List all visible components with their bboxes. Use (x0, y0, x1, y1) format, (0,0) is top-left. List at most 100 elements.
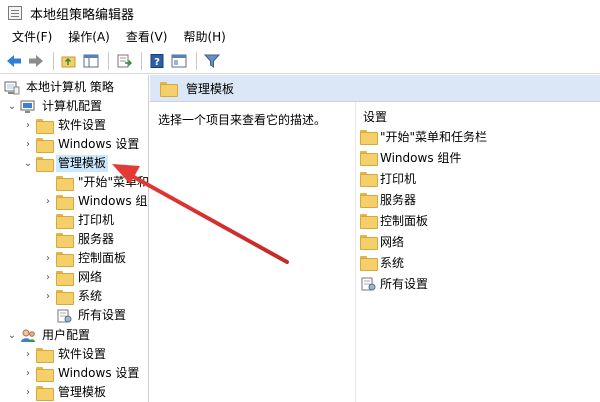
description-text: 选择一个项目来查看它的描述。 (158, 113, 327, 127)
list-item-label: 控制面板 (380, 214, 429, 228)
folder-icon (360, 214, 378, 229)
tree-item-root[interactable]: 本地计算机 策略 (4, 78, 116, 97)
tree-item-user-config[interactable]: ⌄ 用户配置 (6, 326, 92, 345)
folder-icon (56, 271, 74, 286)
folder-icon (360, 256, 378, 271)
tree-item-software-settings[interactable]: › 软件设置 (22, 116, 108, 135)
tree-item-windows-settings[interactable]: › Windows 设置 (22, 135, 141, 154)
tree-item-user-software-settings[interactable]: › 软件设置 (22, 345, 108, 364)
chevron-right-icon[interactable]: › (42, 253, 54, 265)
tree-label: 软件设置 (58, 118, 107, 132)
help-icon[interactable]: ? (147, 51, 167, 71)
chevron-right-icon[interactable]: › (22, 349, 34, 361)
list-item-label: 服务器 (380, 193, 417, 207)
folder-icon (36, 138, 54, 153)
tree-label: 所有设置 (78, 308, 127, 322)
chevron-right-icon[interactable]: › (22, 139, 34, 151)
chevron-down-icon[interactable]: ⌄ (6, 101, 18, 113)
column-header-settings[interactable]: 设置 (363, 108, 387, 125)
folder-icon (360, 193, 378, 208)
tree-item-printers[interactable]: 打印机 (56, 211, 116, 230)
all-settings-icon (56, 309, 72, 323)
tree-item-control-panel[interactable]: › 控制面板 (42, 249, 128, 268)
folder-icon (56, 195, 74, 210)
toolbar-separator (196, 51, 197, 70)
tree-label: 系统 (78, 289, 103, 303)
tree-label: 管理模板 (58, 385, 107, 399)
list-item-label: Windows 组件 (380, 151, 462, 165)
list-item-system[interactable]: 系统 (360, 253, 404, 272)
folder-icon (56, 214, 74, 229)
user-config-icon (20, 329, 36, 343)
folder-icon (360, 172, 378, 187)
folder-up-icon[interactable] (59, 51, 79, 71)
chevron-down-icon[interactable]: ⌄ (22, 158, 34, 170)
all-settings-icon (360, 277, 376, 291)
title-bar: 本地组策略编辑器 (0, 0, 600, 26)
tree-item-computer-config[interactable]: ⌄ 计算机配置 (6, 97, 104, 116)
list-item-all-settings[interactable]: 所有设置 (360, 274, 428, 293)
menu-action[interactable]: 操作(A) (60, 26, 118, 48)
tree-label: Windows 设置 (58, 366, 140, 380)
filter-icon[interactable] (202, 51, 222, 71)
tree-item-admin-templates[interactable]: ⌄ 管理模板 (22, 154, 109, 173)
toolbar-separator (53, 51, 54, 70)
list-item-label: "开始"菜单和任务栏 (380, 130, 488, 144)
forward-arrow-icon[interactable] (26, 51, 46, 71)
folder-icon (36, 386, 54, 401)
folder-icon (56, 176, 74, 191)
chevron-down-icon[interactable]: ⌄ (6, 330, 18, 342)
folder-icon (56, 233, 74, 248)
folder-icon (56, 290, 74, 305)
tree-root-label: 本地计算机 策略 (26, 80, 114, 94)
chevron-right-icon[interactable]: › (42, 196, 54, 208)
pane-divider (355, 102, 356, 402)
computer-config-icon (20, 100, 36, 114)
chevron-right-icon[interactable]: › (22, 387, 34, 399)
menu-help[interactable]: 帮助(H) (175, 26, 233, 48)
tree-item-windows-components[interactable]: › Windows 组件 (42, 192, 148, 211)
tree-label: 网络 (78, 270, 103, 284)
folder-icon (360, 130, 378, 145)
tree-label: 管理模板 (56, 155, 109, 172)
tree-label: 软件设置 (58, 347, 107, 361)
menu-file[interactable]: 文件(F) (4, 26, 60, 48)
detail-header-title: 管理模板 (186, 81, 235, 96)
tree-item-system[interactable]: › 系统 (42, 287, 104, 306)
tree-label: 控制面板 (78, 251, 127, 265)
navigation-tree: 本地计算机 策略 ⌄ 计算机配置 › 软件设置 › Windows 设置 ⌄ 管… (0, 75, 149, 402)
list-item-control-panel[interactable]: 控制面板 (360, 211, 428, 230)
list-item-label: 打印机 (380, 172, 417, 186)
tree-item-user-admin-templates[interactable]: › 管理模板 (22, 383, 108, 402)
chevron-right-icon[interactable]: › (42, 272, 54, 284)
list-item-windows-components[interactable]: Windows 组件 (360, 148, 461, 167)
tree-item-user-windows-settings[interactable]: › Windows 设置 (22, 364, 141, 383)
folder-icon (36, 367, 54, 382)
tree-item-server[interactable]: 服务器 (56, 230, 116, 249)
back-arrow-icon[interactable] (4, 51, 24, 71)
tree-item-network[interactable]: › 网络 (42, 268, 104, 287)
folder-icon (360, 151, 378, 166)
detail-header: 管理模板 (150, 75, 600, 102)
properties-icon[interactable] (169, 51, 189, 71)
tree-label: Windows 设置 (58, 137, 140, 151)
chevron-right-icon[interactable]: › (22, 368, 34, 380)
tree-label: 计算机配置 (42, 99, 103, 113)
list-item-server[interactable]: 服务器 (360, 190, 416, 209)
tree-item-start-menu[interactable]: "开始"菜单和 (56, 173, 148, 192)
chevron-right-icon[interactable]: › (22, 120, 34, 132)
policy-editor-app-icon (8, 6, 22, 20)
list-item-printers[interactable]: 打印机 (360, 169, 416, 188)
tree-label: 用户配置 (42, 328, 91, 342)
list-item-network[interactable]: 网络 (360, 232, 404, 251)
detail-pane: 管理模板 选择一个项目来查看它的描述。 设置 "开始"菜单和任务栏 Window… (150, 75, 600, 402)
tree-item-all-settings[interactable]: 所有设置 (56, 306, 128, 325)
menu-view[interactable]: 查看(V) (118, 26, 176, 48)
chevron-right-icon[interactable]: › (42, 291, 54, 303)
tree-label: 服务器 (78, 232, 115, 246)
show-tree-icon[interactable] (81, 51, 101, 71)
list-item-start-menu[interactable]: "开始"菜单和任务栏 (360, 127, 487, 146)
list-item-label: 系统 (380, 256, 405, 270)
folder-icon (36, 348, 54, 363)
export-icon[interactable] (114, 51, 134, 71)
